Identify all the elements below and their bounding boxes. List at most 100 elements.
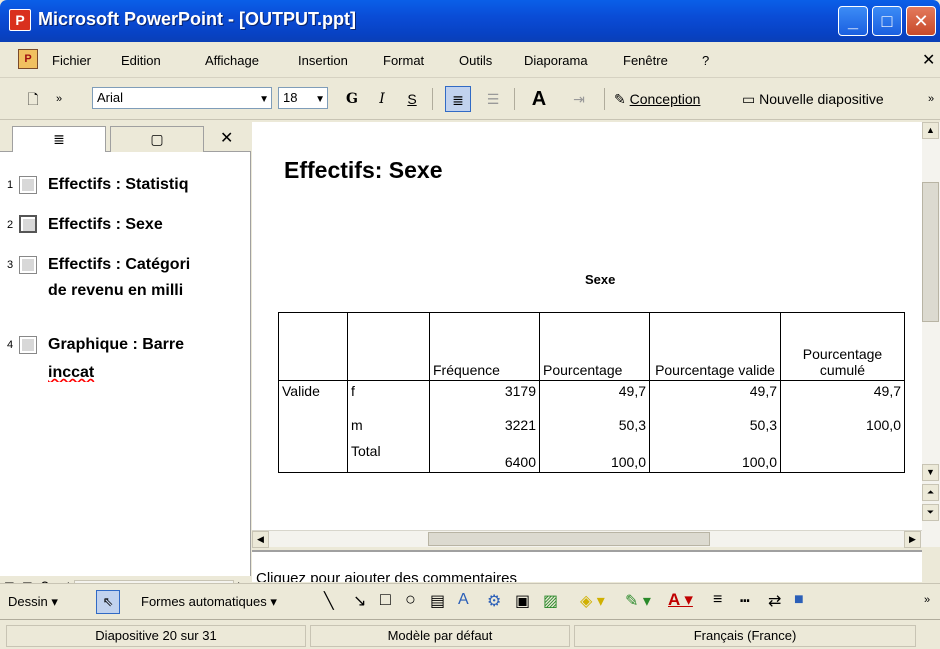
value-cell: 100,0: [539, 440, 650, 473]
close-panel-icon[interactable]: ✕: [220, 128, 233, 148]
slide-thumb-icon: [19, 176, 37, 194]
new-document-icon[interactable]: 🗋: [22, 86, 44, 112]
menu-affichage[interactable]: Affichage: [205, 53, 259, 68]
menu-diaporama[interactable]: Diaporama: [524, 53, 588, 68]
table-header-row: Fréquence Pourcentage Pourcentage valide…: [278, 312, 905, 381]
header-cell: [347, 312, 430, 381]
value-cell: 49,7: [780, 380, 905, 409]
toolbar-overflow-icon[interactable]: »: [924, 86, 938, 112]
header-cell: [278, 312, 348, 381]
table-caption: Sexe: [585, 272, 616, 287]
previous-slide-icon[interactable]: ⏶: [922, 484, 939, 501]
notes-placeholder[interactable]: Cliquez pour ajouter des commentaires: [256, 570, 517, 582]
shadow-button[interactable]: S: [400, 86, 424, 112]
status-language: Français (France): [574, 625, 916, 647]
slide-title[interactable]: Effectifs: Sexe: [284, 157, 443, 184]
maximize-button[interactable]: □: [872, 6, 902, 36]
status-slide-info: Diapositive 20 sur 31: [6, 625, 306, 647]
outline-item-number: 2: [7, 219, 14, 231]
autoshapes-menu-button[interactable]: Formes automatiques ▾: [141, 594, 277, 610]
next-slide-icon[interactable]: ⏷: [922, 504, 939, 521]
textbox-icon[interactable]: ▤: [430, 591, 445, 611]
wordart-icon[interactable]: A: [458, 591, 469, 609]
menu-help[interactable]: ?: [702, 53, 709, 68]
font-color-icon[interactable]: A ▾: [668, 590, 693, 610]
select-pointer-icon[interactable]: ⇖: [96, 590, 120, 614]
menu-outils[interactable]: Outils: [459, 53, 492, 68]
indent-icon[interactable]: ⇥: [566, 86, 592, 112]
menu-fenetre[interactable]: Fenêtre: [623, 53, 668, 68]
italic-button[interactable]: I: [370, 86, 394, 112]
fill-color-icon[interactable]: ◈ ▾: [580, 591, 605, 611]
font-size-value: 18: [283, 90, 298, 105]
line-icon[interactable]: ╲: [324, 591, 334, 611]
font-name-select[interactable]: Arial ▼: [92, 87, 272, 109]
line-style-icon[interactable]: ≡: [713, 591, 722, 609]
picture-icon[interactable]: ▨: [543, 591, 558, 611]
value-cell: 100,0: [649, 440, 781, 473]
oval-icon[interactable]: ○: [405, 589, 416, 610]
menu-insertion[interactable]: Insertion: [298, 53, 348, 68]
document-icon[interactable]: P: [18, 49, 38, 69]
frequency-table[interactable]: Fréquence Pourcentage Pourcentage valide…: [278, 312, 905, 473]
increase-font-icon[interactable]: A: [524, 86, 554, 112]
window-title: Microsoft PowerPoint - [OUTPUT.ppt]: [38, 9, 356, 29]
scroll-down-icon[interactable]: ▼: [922, 464, 939, 481]
bullets-icon[interactable]: ☰: [480, 86, 506, 112]
value-cell: 100,0: [780, 408, 905, 441]
header-cell: Pourcentage valide: [649, 312, 781, 381]
value-cell: 50,3: [539, 408, 650, 441]
dash-style-icon[interactable]: ┅: [740, 591, 750, 611]
scroll-thumb[interactable]: [922, 182, 939, 322]
rectangle-icon[interactable]: □: [380, 589, 391, 610]
table-row: Valide f 3179 49,7 49,7 49,7: [278, 380, 905, 409]
outline-item-title: Effectifs : Sexe: [48, 216, 163, 233]
chevron-down-icon: ▼: [315, 94, 325, 105]
value-cell: 50,3: [649, 408, 781, 441]
horizontal-scrollbar[interactable]: ◀ ▶: [252, 530, 922, 548]
document-close-icon[interactable]: ✕: [922, 50, 935, 70]
arrow-icon[interactable]: ↘: [353, 591, 366, 611]
new-slide-icon: ▭: [742, 91, 756, 107]
slide-thumb-icon: [19, 256, 37, 274]
diagram-icon[interactable]: ⚙: [487, 591, 501, 611]
notes-pane[interactable]: Cliquez pour ajouter des commentaires: [252, 550, 922, 582]
menu-edition[interactable]: Edition: [121, 53, 161, 68]
clipart-icon[interactable]: ▣: [515, 591, 530, 611]
design-button[interactable]: ✎ Conception: [614, 86, 744, 112]
draw-menu-button[interactable]: Dessin ▾: [8, 594, 58, 610]
slide-canvas[interactable]: Effectifs: Sexe Sexe Fréquence Pourcenta…: [252, 122, 922, 530]
menu-fichier[interactable]: Fichier: [52, 53, 91, 68]
menu-format[interactable]: Format: [383, 53, 424, 68]
slide-thumb-icon: [19, 336, 37, 354]
title-bar: P Microsoft PowerPoint - [OUTPUT.ppt] _ …: [0, 0, 940, 42]
new-slide-button[interactable]: ▭ Nouvelle diapositive: [742, 86, 922, 112]
outline-panel: ≣ ▢ ✕ 1 Effectifs : Statistiq 2 Effectif…: [0, 122, 251, 576]
slides-icon: ▢: [150, 131, 164, 147]
value-cell: 49,7: [649, 380, 781, 409]
tab-outline[interactable]: ≣: [12, 126, 106, 152]
font-size-select[interactable]: 18 ▼: [278, 87, 328, 109]
row-group-label: Valide: [278, 380, 348, 409]
outline-item-title: Graphique : Barre: [48, 336, 185, 353]
vertical-scrollbar[interactable]: ▲ ▼ ⏶ ⏷: [922, 122, 940, 547]
toolbar-overflow-icon[interactable]: »: [924, 594, 930, 606]
bold-button[interactable]: G: [340, 86, 364, 112]
scroll-left-icon[interactable]: ◀: [252, 531, 269, 548]
outline-icon: ≣: [53, 131, 65, 147]
outline-item-title: Effectifs : Catégori: [48, 256, 191, 273]
design-icon: ✎: [614, 91, 626, 107]
scroll-up-icon[interactable]: ▲: [922, 122, 939, 139]
scroll-thumb[interactable]: [428, 532, 710, 546]
toolbar-overflow-icon[interactable]: »: [50, 86, 68, 112]
powerpoint-app-icon[interactable]: P: [9, 9, 31, 31]
arrow-style-icon[interactable]: ⇄: [768, 591, 781, 611]
outline-item-title-cont: de revenu en milli: [48, 282, 184, 299]
scroll-right-icon[interactable]: ▶: [904, 531, 921, 548]
line-color-icon[interactable]: ✎ ▾: [625, 591, 651, 611]
minimize-button[interactable]: _: [838, 6, 868, 36]
tab-slides[interactable]: ▢: [110, 126, 204, 152]
close-button[interactable]: ✕: [906, 6, 936, 36]
align-left-icon[interactable]: ≣: [445, 86, 471, 112]
shadow-style-icon[interactable]: ■: [794, 591, 804, 609]
